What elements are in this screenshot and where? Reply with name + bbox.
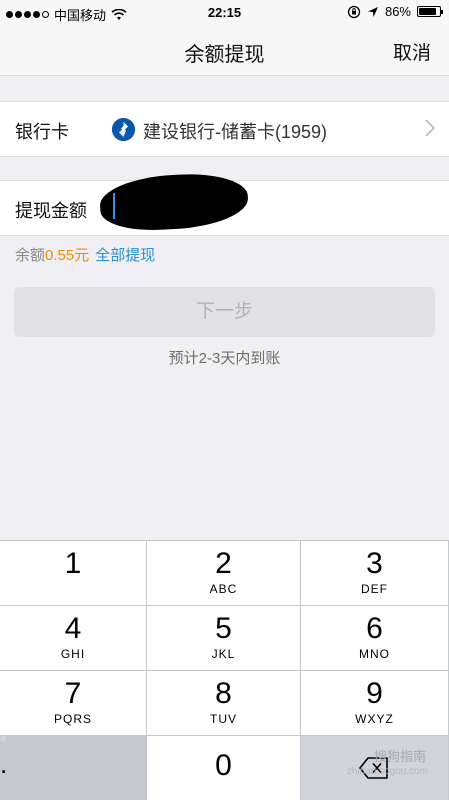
withdraw-amount-label: 提现金额: [15, 201, 87, 221]
status-bar: 中国移动 22:15 86%: [0, 0, 449, 26]
key-8[interactable]: 8 TUV: [147, 670, 301, 735]
key-5[interactable]: 5 JKL: [147, 605, 301, 670]
key-3[interactable]: 3 DEF: [301, 540, 449, 605]
key-decimal[interactable]: .: [0, 735, 7, 779]
cancel-button[interactable]: 取消: [393, 38, 431, 65]
orientation-lock-icon: [347, 5, 361, 18]
key-0[interactable]: 0: [147, 735, 301, 800]
status-right: 86%: [347, 4, 443, 19]
key-4[interactable]: 4 GHI: [0, 605, 147, 670]
battery-percentage: 86%: [384, 4, 411, 19]
next-step-button[interactable]: 下一步: [14, 287, 435, 337]
battery-icon: [417, 6, 443, 17]
battery-fill: [419, 8, 437, 15]
arrival-estimate: 预计2-3天内到账: [168, 350, 281, 367]
bank-name: 建设银行-储蓄卡(1959): [143, 122, 328, 142]
bank-card-row[interactable]: 银行卡 建设银行-储蓄卡(1959): [0, 101, 449, 157]
location-arrow-icon: [367, 6, 378, 17]
page-title: 余额提现: [184, 44, 265, 66]
key-6[interactable]: 6 MNO: [301, 605, 449, 670]
bank-card-label: 银行卡: [15, 122, 69, 142]
balance-line: 余额0.55元 全部提现: [15, 244, 155, 265]
key-backspace[interactable]: 搜狗指南 zhinan.sogou.com: [301, 735, 449, 800]
redaction-scribble: [98, 171, 250, 233]
balance-amount: 0.55元: [45, 247, 90, 264]
key-7[interactable]: 7 PQRS: [0, 670, 147, 735]
key-9[interactable]: 9 WXYZ: [301, 670, 449, 735]
watermark-text: 搜狗指南: [373, 749, 426, 764]
ccb-bank-logo-icon: [112, 118, 135, 141]
numeric-keypad: 1 2 ABC 3 DEF 4 GHI 5 JKL 6 MNO 7 PQRS 8 TUV 9W…: [0, 540, 449, 800]
watermark-subtext: zhinan.sogou.com: [346, 766, 428, 777]
key-2[interactable]: 2 ABC: [147, 540, 301, 605]
chevron-right-icon: [425, 116, 436, 144]
withdraw-all-link[interactable]: 全部提现: [95, 247, 155, 264]
key-1[interactable]: 1: [0, 540, 147, 605]
text-cursor: [113, 193, 115, 219]
nav-bar: 余额提现 取消: [0, 26, 449, 76]
balance-label: 余额: [15, 247, 46, 264]
withdraw-amount-row: 提现金额: [0, 171, 449, 236]
